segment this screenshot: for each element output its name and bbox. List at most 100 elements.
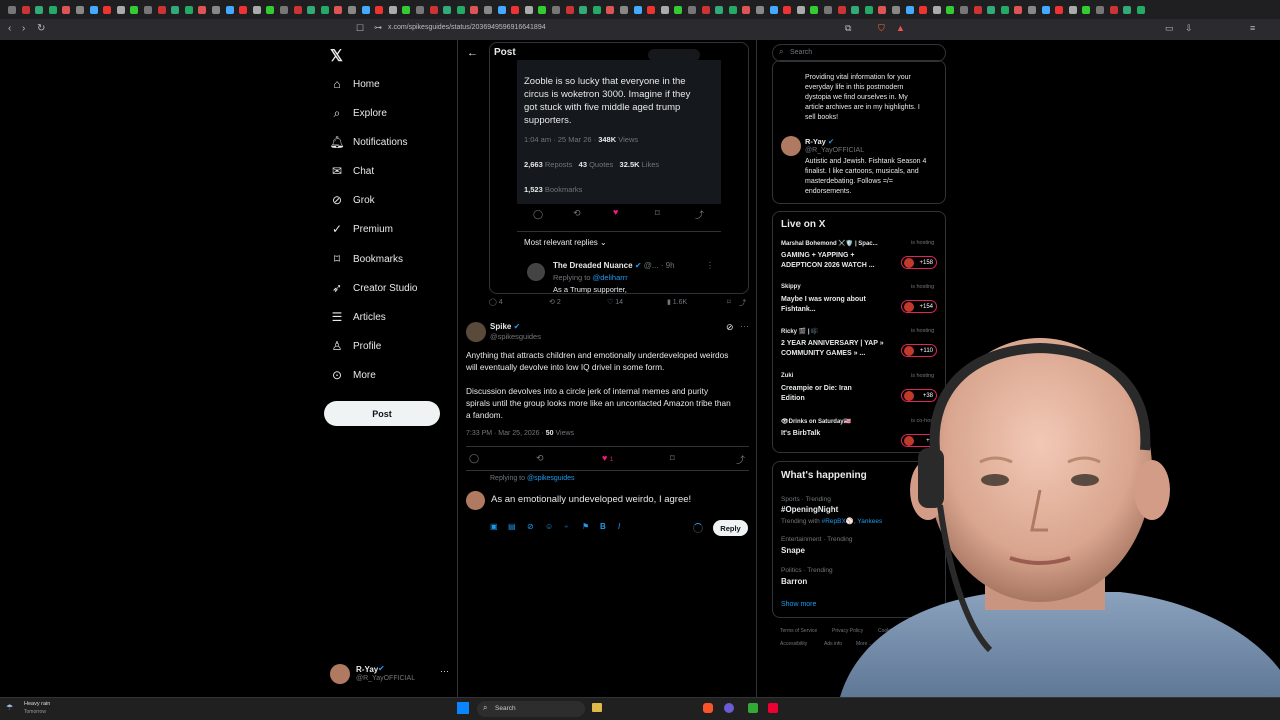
tab-favicon[interactable] [538,6,547,14]
live-host[interactable]: Skippy [781,284,801,290]
tab-favicon[interactable] [1028,6,1036,14]
tab-favicon[interactable] [388,6,397,14]
tab-favicon[interactable] [701,6,710,14]
tab-favicon[interactable] [456,6,465,14]
live-title-line[interactable]: Maybe I was wrong about [781,296,866,303]
weather-icon[interactable]: ☂ [6,703,13,712]
who-avatar[interactable] [781,136,801,156]
post-handle[interactable]: @spikesguides [490,332,541,341]
tab-favicon[interactable] [21,6,30,14]
tab-favicon[interactable] [1082,6,1091,14]
views-count[interactable]: ▮ 1.6K [667,298,687,306]
forward-icon[interactable]: › [22,23,25,34]
nav-grok[interactable]: ⊘ Grok [330,189,375,211]
tab-favicon[interactable] [89,6,98,14]
location-icon[interactable]: ⌖ [564,522,569,532]
tab-favicon[interactable] [198,6,207,14]
tab-favicon[interactable] [348,6,356,14]
rewards-icon[interactable]: ▲ [896,23,905,33]
tab-favicon[interactable] [48,6,57,14]
brave-shield-icon[interactable]: ⛉ [878,23,885,34]
tab-favicon[interactable] [416,6,424,14]
tab-favicon[interactable] [824,6,832,14]
grok-icon[interactable]: ⊘ [726,322,734,333]
tab-favicon[interactable] [592,6,601,14]
tab-favicon[interactable] [320,6,329,14]
reply-count[interactable]: ◯ 4 [489,298,503,306]
nav-articles[interactable]: ☰ Articles [330,306,386,328]
post-avatar[interactable] [466,322,486,342]
reload-icon[interactable]: ↻ [37,23,45,34]
post-button[interactable]: Post [324,401,440,426]
who-name[interactable]: R-Yay ✔ [805,137,834,146]
bold-icon[interactable]: B [600,522,606,531]
tab-favicon[interactable] [171,6,180,14]
tab-favicon[interactable] [932,6,941,14]
tab-favicon[interactable] [660,6,669,14]
nav-creator-studio[interactable]: ➶ Creator Studio [330,277,418,299]
windows-start-icon[interactable] [457,702,469,714]
tab-favicon[interactable] [1096,6,1104,14]
italic-icon[interactable]: I [618,522,620,531]
tab-favicon[interactable] [212,6,220,14]
tab-favicon[interactable] [266,6,275,14]
tab-favicon[interactable] [184,6,193,14]
tab-favicon[interactable] [606,6,615,14]
tab-favicon[interactable] [1014,6,1023,14]
live-host[interactable]: Marshal Bohemond ⚔️🛡️ | Spac... [781,240,878,247]
tab-favicon[interactable] [1041,6,1050,14]
repost-icon[interactable]: ⟲ [536,453,544,464]
emoji-icon[interactable]: ☺ [545,522,553,531]
tab-favicon[interactable] [497,6,506,14]
tab-favicon[interactable] [252,6,261,14]
tab-favicon[interactable] [157,6,166,14]
tab-favicon[interactable] [620,6,628,14]
share-icon[interactable]: ⤴ [736,453,745,466]
tab-favicon[interactable] [307,6,316,14]
app-icon[interactable] [768,703,778,713]
downloads-icon[interactable]: ⇩ [1185,23,1193,34]
like-count[interactable]: ♡ 14 [607,298,623,306]
more-dots-icon[interactable]: ··· [740,321,749,331]
live-listener-badge[interactable]: +158 [901,256,937,269]
tab-favicon[interactable] [674,6,683,14]
back-icon[interactable]: ‹ [8,23,11,34]
repost-count[interactable]: ⟲ 2 [549,298,561,306]
bookmark-icon[interactable]: ⌑ [727,298,731,306]
share-icon[interactable]: ⤴ [739,298,746,308]
app-icon[interactable] [724,703,734,713]
tab-favicon[interactable] [470,6,479,14]
bookmark-icon[interactable]: ⌑ [670,453,675,464]
reply-icon[interactable]: ◯ [469,453,479,464]
tab-favicon[interactable] [76,6,84,14]
tab-favicon[interactable] [837,6,846,14]
tab-favicon[interactable] [973,6,982,14]
tab-favicon[interactable] [565,6,574,14]
tab-favicon[interactable] [429,6,438,14]
tab-favicon[interactable] [1136,6,1145,14]
back-arrow-icon[interactable]: ← [467,47,478,59]
menu-icon[interactable]: ≡ [1250,23,1255,33]
tab-favicon[interactable] [524,6,533,14]
tab-favicon[interactable] [130,6,139,14]
tab-favicon[interactable] [375,6,384,14]
nav-explore[interactable]: ⌕ Explore [330,102,387,124]
taskbar-search[interactable]: ⌕ Search [477,701,585,717]
tab-favicon[interactable] [987,6,996,14]
tab-favicon[interactable] [742,6,751,14]
tab-favicon[interactable] [511,6,520,14]
tab-favicon[interactable] [8,6,16,14]
tab-favicon[interactable] [225,6,234,14]
tab-favicon[interactable] [144,6,152,14]
tab-favicon[interactable] [361,6,370,14]
tab-favicon[interactable] [334,6,343,14]
nav-bookmarks[interactable]: ⌑ Bookmarks [330,248,403,270]
schedule-icon[interactable]: ⚑ [582,522,589,531]
tab-favicon[interactable] [796,6,805,14]
tab-favicon[interactable] [769,6,778,14]
nav-home[interactable]: ⌂ Home [330,73,379,95]
tab-favicon[interactable] [239,6,248,14]
tab-favicon[interactable] [552,6,560,14]
tab-favicon[interactable] [1055,6,1064,14]
reply-input[interactable]: As an emotionally undeveloped weirdo, I … [491,494,691,505]
